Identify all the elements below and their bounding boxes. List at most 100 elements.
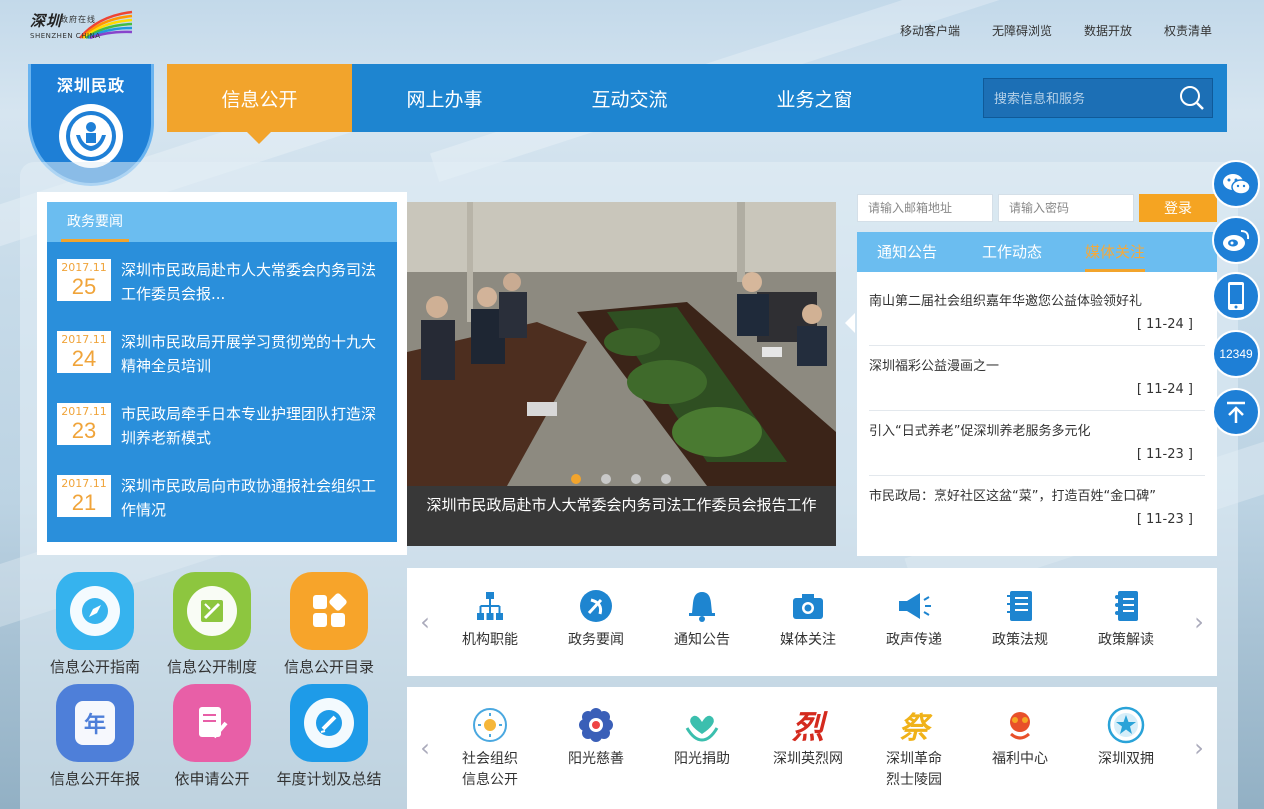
carousel-dot[interactable]: [601, 474, 611, 484]
chevron-left-icon[interactable]: ‹: [415, 687, 435, 809]
logo-english: SHENZHEN CHINA: [30, 32, 101, 40]
service-org-function[interactable]: 机构职能: [442, 586, 538, 651]
service-label: 阳光捐助: [674, 751, 730, 767]
login-form: 登录: [857, 194, 1217, 222]
panel-pointer-icon: [845, 313, 855, 333]
carousel-dot[interactable]: [631, 474, 641, 484]
nav-tab-interaction[interactable]: 互动交流: [537, 64, 722, 132]
mobile-phone-icon: [1228, 282, 1244, 310]
news-carousel[interactable]: 深圳市民政局赴市人大常委会内务司法工作委员会报告工作: [407, 202, 836, 546]
grid-icon: [313, 593, 347, 627]
link-mobile-client[interactable]: 移动客户端: [900, 22, 960, 39]
password-field[interactable]: [998, 194, 1134, 222]
news-title: 市民政局牵手日本专业护理团队打造深圳养老新模式: [121, 405, 377, 447]
service-double-support[interactable]: 深圳双拥: [1078, 705, 1174, 770]
notice-item[interactable]: 市民政局：烹好社区这盆“菜”，打造百姓“金口碑”[ 11-23 ]: [869, 477, 1205, 541]
service-policy-law[interactable]: 政策法规: [972, 586, 1068, 651]
bell-icon: [689, 592, 715, 622]
link-accessibility[interactable]: 无障碍浏览: [992, 22, 1052, 39]
nav-tab-info-disclosure[interactable]: 信息公开: [167, 64, 352, 132]
notice-item[interactable]: 引入“日式养老”促深圳养老服务多元化[ 11-23 ]: [869, 412, 1205, 476]
chevron-right-icon[interactable]: ›: [1189, 568, 1209, 676]
meeting-photo: [407, 202, 836, 486]
search-box: [983, 78, 1213, 118]
app-label: 依申请公开: [174, 770, 250, 788]
side-hotline-button[interactable]: 12349: [1212, 330, 1260, 378]
email-field[interactable]: [857, 194, 993, 222]
notice-item[interactable]: 深圳福彩公益漫画之一[ 11-24 ]: [869, 347, 1205, 411]
service-strip-2: ‹ › 社会组织 信息公开 阳光慈善 阳光捐助 烈 深圳英烈网 祭 深圳革命 烈士陵…: [407, 687, 1217, 809]
app-annual-plan[interactable]: 年度计划及总结: [276, 684, 382, 789]
party-emblem-icon: [580, 590, 612, 622]
service-welfare-center[interactable]: 福利中心: [972, 705, 1068, 770]
news-title: 深圳市民政局开展学习贯彻党的十九大精神全员培训: [121, 333, 377, 375]
service-label: 政声传递: [886, 632, 942, 648]
service-policy-interpret[interactable]: 政策解读: [1078, 586, 1174, 651]
service-label: 深圳英烈网: [773, 751, 843, 767]
org-chart-icon: [477, 592, 503, 620]
news-date: 2017.11 24: [57, 331, 111, 373]
top-links: 移动客户端 无障碍浏览 数据开放 权责清单: [900, 22, 1212, 39]
active-tab-pointer: [247, 132, 271, 144]
side-mobile-button[interactable]: [1212, 272, 1260, 320]
service-martyrs-web[interactable]: 烈 深圳英烈网: [760, 705, 856, 770]
service-media[interactable]: 媒体关注: [760, 586, 856, 651]
service-label: 媒体关注: [780, 632, 836, 648]
news-date: 2017.11 21: [57, 475, 111, 517]
chevron-left-icon[interactable]: ‹: [415, 568, 435, 676]
news-item[interactable]: 2017.11 25 深圳市民政局赴市人大常委会内务司法工作委员会报...: [57, 252, 387, 318]
heart-hands-icon: [685, 715, 719, 742]
search-icon[interactable]: [1172, 78, 1212, 118]
login-button[interactable]: 登录: [1139, 194, 1217, 222]
app-disclosure-guide[interactable]: 信息公开指南: [50, 572, 140, 677]
link-power-list[interactable]: 权责清单: [1164, 22, 1212, 39]
carousel-dot[interactable]: [571, 474, 581, 484]
service-label: 通知公告: [674, 632, 730, 648]
service-label: 阳光慈善: [568, 751, 624, 767]
side-wechat-button[interactable]: [1212, 160, 1260, 208]
news-item[interactable]: 2017.11 24 深圳市民政局开展学习贯彻党的十九大精神全员培训: [57, 324, 387, 390]
news-title: 深圳市民政局赴市人大常委会内务司法工作委员会报...: [121, 261, 377, 303]
service-sunshine-charity[interactable]: 阳光慈善: [548, 705, 644, 770]
service-gov-news[interactable]: 政务要闻: [548, 586, 644, 651]
service-martyrs-cemetery[interactable]: 祭 深圳革命 烈士陵园: [866, 705, 962, 791]
service-label: 烈士陵园: [886, 772, 942, 788]
nav-tab-business-window[interactable]: 业务之窗: [722, 64, 907, 132]
app-disclosure-system[interactable]: 信息公开制度: [167, 572, 257, 677]
app-label: 年度计划及总结: [276, 770, 382, 788]
side-weibo-button[interactable]: [1212, 216, 1260, 264]
service-gov-voice[interactable]: 政声传递: [866, 586, 962, 651]
app-annual-report[interactable]: 年 信息公开年报: [50, 684, 140, 789]
service-notices[interactable]: 通知公告: [654, 586, 750, 651]
news-item[interactable]: 2017.11 23 市民政局牵手日本专业护理团队打造深圳养老新模式: [57, 396, 387, 462]
app-disclosure-catalog[interactable]: 信息公开目录: [284, 572, 374, 677]
app-label: 信息公开指南: [49, 658, 140, 676]
service-label: 政策解读: [1098, 632, 1154, 648]
document-edit-icon: [199, 707, 228, 739]
side-back-to-top-button[interactable]: [1212, 388, 1260, 436]
news-heading[interactable]: 政务要闻: [61, 202, 129, 242]
service-social-org[interactable]: 社会组织 信息公开: [442, 705, 538, 791]
memorial-calligraphy-icon: 祭: [899, 711, 929, 746]
search-input[interactable]: [984, 79, 1172, 117]
notebook-icon: [1007, 591, 1032, 621]
chevron-right-icon[interactable]: ›: [1189, 687, 1209, 809]
app-label: 信息公开目录: [283, 658, 374, 676]
flower-icon: [579, 708, 613, 742]
carousel-dot[interactable]: [661, 474, 671, 484]
link-open-data[interactable]: 数据开放: [1084, 22, 1132, 39]
camera-icon: [793, 594, 823, 619]
tab-work-news[interactable]: 工作动态: [982, 232, 1042, 272]
tab-media[interactable]: 媒体关注: [1085, 232, 1146, 272]
service-sunshine-donation[interactable]: 阳光捐助: [654, 705, 750, 770]
notice-item[interactable]: 南山第二届社会组织嘉年华邀您公益体验领好礼[ 11-24 ]: [869, 282, 1205, 346]
news-item[interactable]: 2017.11 21 深圳市民政局向市政协通报社会组织工作情况: [57, 468, 387, 534]
tab-notices[interactable]: 通知公告: [877, 232, 937, 272]
dept-emblem-icon: [59, 104, 123, 168]
nav-tab-online-service[interactable]: 网上办事: [352, 64, 537, 132]
news-title: 深圳市民政局向市政协通报社会组织工作情况: [121, 477, 377, 519]
carousel-caption[interactable]: 深圳市民政局赴市人大常委会内务司法工作委员会报告工作: [407, 486, 836, 546]
martyr-calligraphy-icon: 烈: [791, 708, 824, 746]
site-logo[interactable]: 深圳 政府在线 SHENZHEN CHINA: [28, 8, 138, 50]
app-apply-disclosure[interactable]: 依申请公开: [172, 684, 252, 789]
